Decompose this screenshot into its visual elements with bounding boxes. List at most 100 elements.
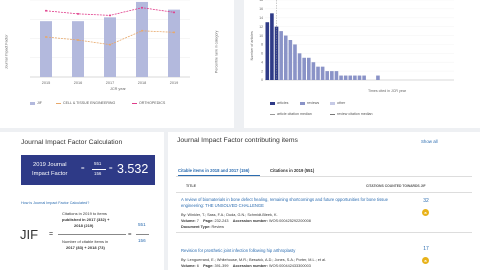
jif-trend-chart: 2015 2016 2017 2018 2019 [30, 0, 190, 85]
entry2-details: Volume: 6 Page: 391-399 Accession number… [181, 264, 311, 268]
y-tick-label: 2 [261, 69, 263, 73]
formula-result-fraction-line [136, 234, 149, 235]
histogram-bar [376, 75, 380, 80]
jif-bar [40, 21, 52, 77]
citable-items-line2: 2017 (83) + 2018 (73) [66, 245, 105, 250]
entry2-citation-count[interactable]: 17 [418, 246, 434, 252]
entry1-citation-count[interactable]: 32 [418, 198, 434, 204]
percentile-point [141, 6, 143, 9]
jif-formula-fraction-line [58, 234, 126, 235]
y-tick-label: 4 [261, 60, 263, 64]
histogram-bar [288, 40, 293, 80]
y-tick-label: 18 [259, 0, 263, 2]
citation-distribution-chart: 18 16 14 12 10 8 6 4 2 0 [259, 0, 454, 82]
entry1-document-type: Document Type: Review [181, 225, 224, 229]
histogram-bar [353, 75, 357, 80]
legend-reviews: reviews [300, 101, 319, 105]
citations-line1: Citations in 2019 to items [62, 211, 107, 216]
y-tick-label: 16 [259, 7, 263, 11]
percentile-point [45, 9, 47, 12]
x-tick-label: 2015 [42, 81, 50, 85]
histogram-bar [325, 71, 330, 80]
jif-box-fraction-line [92, 169, 106, 170]
contributing-items-title: Journal Impact Factor contributing items [177, 137, 298, 144]
citation-distribution-card: Number of articles 18 16 14 12 10 8 6 4 2 0 Times… [244, 0, 480, 128]
jif-label: JIF [20, 227, 39, 242]
jif-box-equals: = [81, 166, 85, 172]
tab-citations[interactable]: Citations in 2019 (551) [270, 168, 314, 173]
jif-equals-sign: = [49, 231, 54, 238]
percentile-point [109, 14, 111, 17]
entry-divider [176, 232, 472, 233]
entry1-title-line1[interactable]: A review of biomaterials in bone defect … [181, 197, 388, 202]
histogram-bar [339, 75, 343, 80]
entry2-authors: By: Lenguerrand, E.; Whitehouse, M.R.; B… [181, 258, 326, 262]
entry1-details: Volume: 7 Page: 232-243 Accession number… [181, 219, 311, 223]
histogram-bar [320, 66, 325, 80]
jif-calculation-title: Journal Impact Factor Calculation [21, 139, 123, 146]
legend-articles: articles [270, 101, 288, 105]
histogram-bar [362, 75, 366, 80]
percentile-point [45, 35, 47, 38]
entry2-open-access-icon[interactable]: a [422, 257, 429, 264]
histogram-bar [279, 31, 283, 80]
column-title-header: TITLE [186, 184, 196, 188]
x-tick-label: 2019 [170, 81, 178, 85]
legend-other: other [330, 101, 345, 105]
citable-items-line1: Number of citable items in [62, 239, 109, 244]
tab-citable-items[interactable]: Citable items in 2018 and 2017 (156) [178, 168, 249, 173]
y-tick-label: 10 [259, 34, 263, 38]
formula-denominator: 156 [138, 238, 146, 243]
percentile-point [173, 11, 175, 14]
percentile-point [77, 39, 79, 42]
jif-bar [136, 1, 148, 77]
formula-equals-sign: = [128, 232, 132, 238]
histogram-bar [357, 75, 362, 80]
tabs-divider [176, 176, 472, 177]
y-tick-label: 0 [261, 78, 263, 82]
histogram-bar [297, 53, 302, 80]
formula-numerator: 551 [138, 222, 146, 227]
histogram-bar [330, 71, 334, 80]
entry2-title[interactable]: Revision for prosthetic joint infection … [181, 248, 295, 253]
y-tick-label: 14 [259, 16, 263, 20]
column-citations-header: CITATIONS COUNTED TOWARDS JIF [366, 184, 426, 188]
percentile-point [173, 31, 175, 34]
entry1-authors: By: Winkler, T.; Sass, F.A.; Duda, G.N.;… [181, 213, 278, 217]
histogram-bar [334, 71, 339, 80]
show-all-link[interactable]: Show all [421, 139, 438, 144]
jif-box-numerator: 551 [94, 161, 102, 166]
entry1-title-line2[interactable]: engineering: THE UNSOLVED CHALLENGE [181, 203, 264, 208]
histogram-bar [302, 57, 306, 80]
histogram-bar [348, 75, 353, 80]
jif-box-result: 3.532 [117, 162, 149, 176]
percentile-point [141, 29, 143, 32]
how-is-jif-calculated-link[interactable]: How is Journal Impact Factor Calculated? [21, 201, 89, 206]
histogram-bar [265, 22, 270, 80]
times-cited-axis-title: Times cited in JCR year [368, 89, 407, 93]
header-divider [176, 192, 472, 193]
histogram-bar [311, 62, 316, 80]
jcr-year-axis-title: JCR year [110, 87, 126, 91]
x-tick-label: 2016 [74, 81, 82, 85]
histogram-bar [283, 35, 288, 80]
histogram-bar [343, 75, 348, 80]
jif-bar [72, 21, 84, 77]
legend-cell-tissue-engineering: CELL & TISSUE ENGINEERING [56, 101, 115, 105]
legend-orthopedics: ORTHOPEDICS [132, 101, 165, 105]
jif-trend-card: Journal Impact Factor Percentile rank in… [0, 0, 234, 128]
jif-box-equals-2: = [109, 166, 113, 172]
contributing-items-card: Journal Impact Factor contributing items… [168, 132, 480, 270]
histogram-bar [270, 13, 274, 80]
citations-line2: published in 2017 (332) + [62, 217, 110, 222]
histogram-bar [293, 44, 297, 80]
percentile-line [45, 7, 175, 16]
jif-box-label-line2: Impact Factor [32, 171, 68, 177]
y-tick-label: 8 [261, 43, 263, 47]
entry1-open-access-icon[interactable]: a [422, 209, 429, 216]
legend-review-median: review citation median [330, 112, 373, 116]
jif-bar [168, 9, 180, 77]
y-tick-label: 6 [261, 52, 263, 56]
y-tick-label: 12 [259, 25, 263, 29]
jif-bar [104, 17, 116, 77]
